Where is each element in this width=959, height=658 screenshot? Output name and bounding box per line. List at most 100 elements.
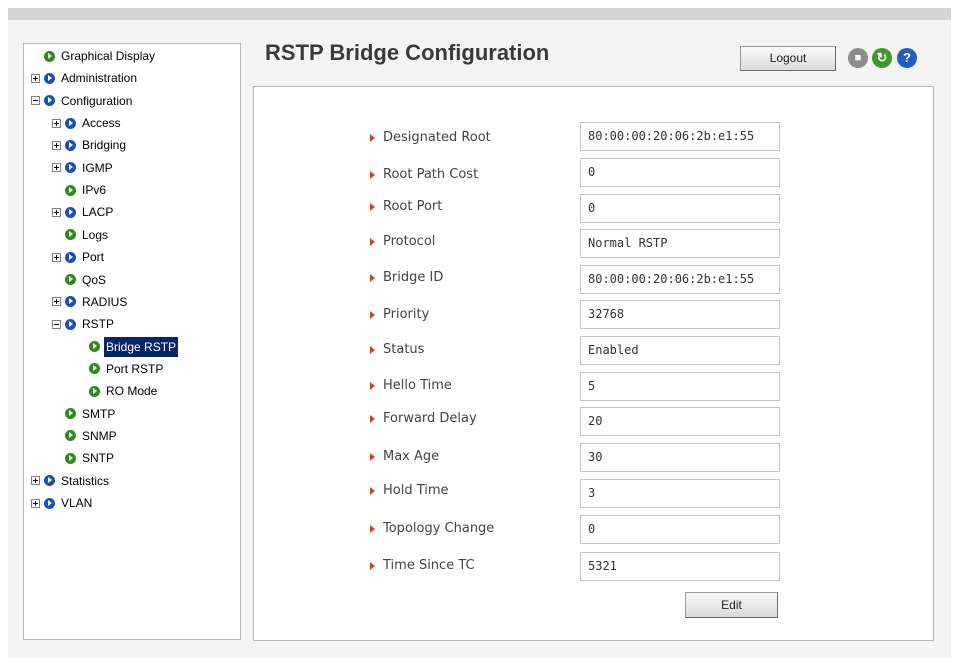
tree-item-label[interactable]: SNMP <box>80 426 119 446</box>
tree-item-logs[interactable]: Logs <box>65 225 110 245</box>
tree-item-label[interactable]: RSTP <box>80 314 116 334</box>
bullet-arrow-icon <box>370 346 375 354</box>
tree-item-igmp[interactable]: IGMP <box>52 158 115 178</box>
expand-icon[interactable] <box>31 498 40 508</box>
tree-item-label[interactable]: QoS <box>80 270 108 290</box>
topology-change-label: Topology Change <box>370 518 494 540</box>
tree-item-label[interactable]: RO Mode <box>104 381 159 401</box>
tree-item-sntp[interactable]: SNTP <box>65 448 116 468</box>
tree-item-label[interactable]: SNTP <box>80 448 116 468</box>
node-bullet-icon <box>65 162 76 174</box>
tree-item-ro-mode[interactable]: RO Mode <box>89 381 159 401</box>
tree-item-label[interactable]: Statistics <box>59 471 111 491</box>
help-icon[interactable]: ? <box>897 48 917 68</box>
tree-item-vlan[interactable]: VLAN <box>31 493 94 513</box>
node-bullet-icon <box>44 497 55 509</box>
field-label-text: Hello Time <box>383 378 452 393</box>
tree-item-label[interactable]: Port RSTP <box>104 359 165 379</box>
tree-item-bridge-rstp[interactable]: Bridge RSTP <box>89 336 179 357</box>
tree-item-label[interactable]: Logs <box>80 225 110 245</box>
expand-icon[interactable] <box>31 73 40 83</box>
bullet-arrow-icon <box>370 415 375 423</box>
hello-time-value: 5 <box>580 372 780 401</box>
status-value: Enabled <box>580 336 780 365</box>
root-path-cost-value: 0 <box>580 158 780 187</box>
tree-item-label[interactable]: IPv6 <box>80 180 108 200</box>
tree-item-port[interactable]: Port <box>52 247 106 267</box>
tree-item-label[interactable]: Port <box>80 247 106 267</box>
protocol-label: Protocol <box>370 231 435 253</box>
tree-item-statistics[interactable]: Statistics <box>31 471 111 491</box>
node-bullet-icon <box>89 363 100 375</box>
tree-item-label[interactable]: IGMP <box>80 158 115 178</box>
tree-item-ipv6[interactable]: IPv6 <box>65 180 108 200</box>
tree-item-rstp[interactable]: RSTP <box>52 314 116 334</box>
logout-button[interactable]: Logout <box>740 46 836 71</box>
protocol-value: Normal RSTP <box>580 229 780 258</box>
node-bullet-icon <box>65 318 76 330</box>
tree-item-label[interactable]: Configuration <box>59 91 134 111</box>
topology-change-value: 0 <box>580 515 780 544</box>
tree-item-label[interactable]: Bridge RSTP <box>104 336 179 357</box>
bullet-arrow-icon <box>370 453 375 461</box>
tree-item-label[interactable]: Bridging <box>80 135 128 155</box>
field-label-text: Forward Delay <box>383 411 477 426</box>
tree-item-administration[interactable]: Administration <box>31 68 139 88</box>
tree-item-label[interactable]: Graphical Display <box>59 46 157 66</box>
tree-item-smtp[interactable]: SMTP <box>65 404 117 424</box>
bullet-arrow-icon <box>370 311 375 319</box>
time-since-tc-value: 5321 <box>580 552 780 581</box>
expand-icon[interactable] <box>52 118 61 128</box>
node-bullet-icon <box>65 139 76 151</box>
field-label-text: Time Since TC <box>383 558 475 573</box>
bullet-arrow-icon <box>370 238 375 246</box>
bullet-arrow-icon <box>370 382 375 390</box>
save-icon[interactable]: ■ <box>848 48 868 68</box>
tree-item-radius[interactable]: RADIUS <box>52 292 129 312</box>
node-bullet-icon <box>65 117 76 129</box>
tree-item-qos[interactable]: QoS <box>65 270 108 290</box>
bullet-arrow-icon <box>370 562 375 570</box>
hello-time-label: Hello Time <box>370 375 452 397</box>
tree-item-graphical-display[interactable]: Graphical Display <box>44 46 157 66</box>
node-bullet-icon <box>44 50 55 62</box>
tree-item-label[interactable]: SMTP <box>80 404 117 424</box>
node-bullet-icon <box>65 408 76 420</box>
expand-icon[interactable] <box>52 252 61 262</box>
expand-icon[interactable] <box>52 140 61 150</box>
expand-icon[interactable] <box>52 207 61 217</box>
node-bullet-icon <box>65 206 76 218</box>
priority-label: Priority <box>370 304 429 326</box>
tree-item-bridging[interactable]: Bridging <box>52 135 128 155</box>
collapse-icon[interactable] <box>31 96 40 106</box>
node-bullet-icon <box>65 430 76 442</box>
edit-button[interactable]: Edit <box>685 592 778 618</box>
tree-item-label[interactable]: RADIUS <box>80 292 129 312</box>
field-label-text: Max Age <box>383 449 440 464</box>
collapse-icon[interactable] <box>52 319 61 329</box>
hold-time-label: Hold Time <box>370 480 449 502</box>
bullet-arrow-icon <box>370 487 375 495</box>
tree-item-label[interactable]: VLAN <box>59 493 94 513</box>
hold-time-value: 3 <box>580 479 780 508</box>
expand-icon[interactable] <box>52 163 61 173</box>
tree-item-lacp[interactable]: LACP <box>52 202 115 222</box>
field-label-text: Status <box>383 342 425 357</box>
node-bullet-icon <box>65 229 76 241</box>
tree-item-access[interactable]: Access <box>52 113 123 133</box>
page-title: RSTP Bridge Configuration <box>265 40 550 65</box>
tree-item-label[interactable]: LACP <box>80 202 115 222</box>
refresh-icon[interactable]: ↻ <box>872 48 892 68</box>
tree-item-label[interactable]: Access <box>80 113 123 133</box>
forward-delay-value: 20 <box>580 407 780 436</box>
expand-icon[interactable] <box>31 476 40 486</box>
tree-item-configuration[interactable]: Configuration <box>31 91 134 111</box>
root-port-value: 0 <box>580 194 780 223</box>
bullet-arrow-icon <box>370 203 375 211</box>
node-bullet-icon <box>65 251 76 263</box>
tree-item-port-rstp[interactable]: Port RSTP <box>89 359 165 379</box>
tree-item-label[interactable]: Administration <box>59 68 139 88</box>
expand-icon[interactable] <box>52 297 61 307</box>
tree-item-snmp[interactable]: SNMP <box>65 426 119 446</box>
root-path-cost-label: Root Path Cost <box>370 164 478 186</box>
